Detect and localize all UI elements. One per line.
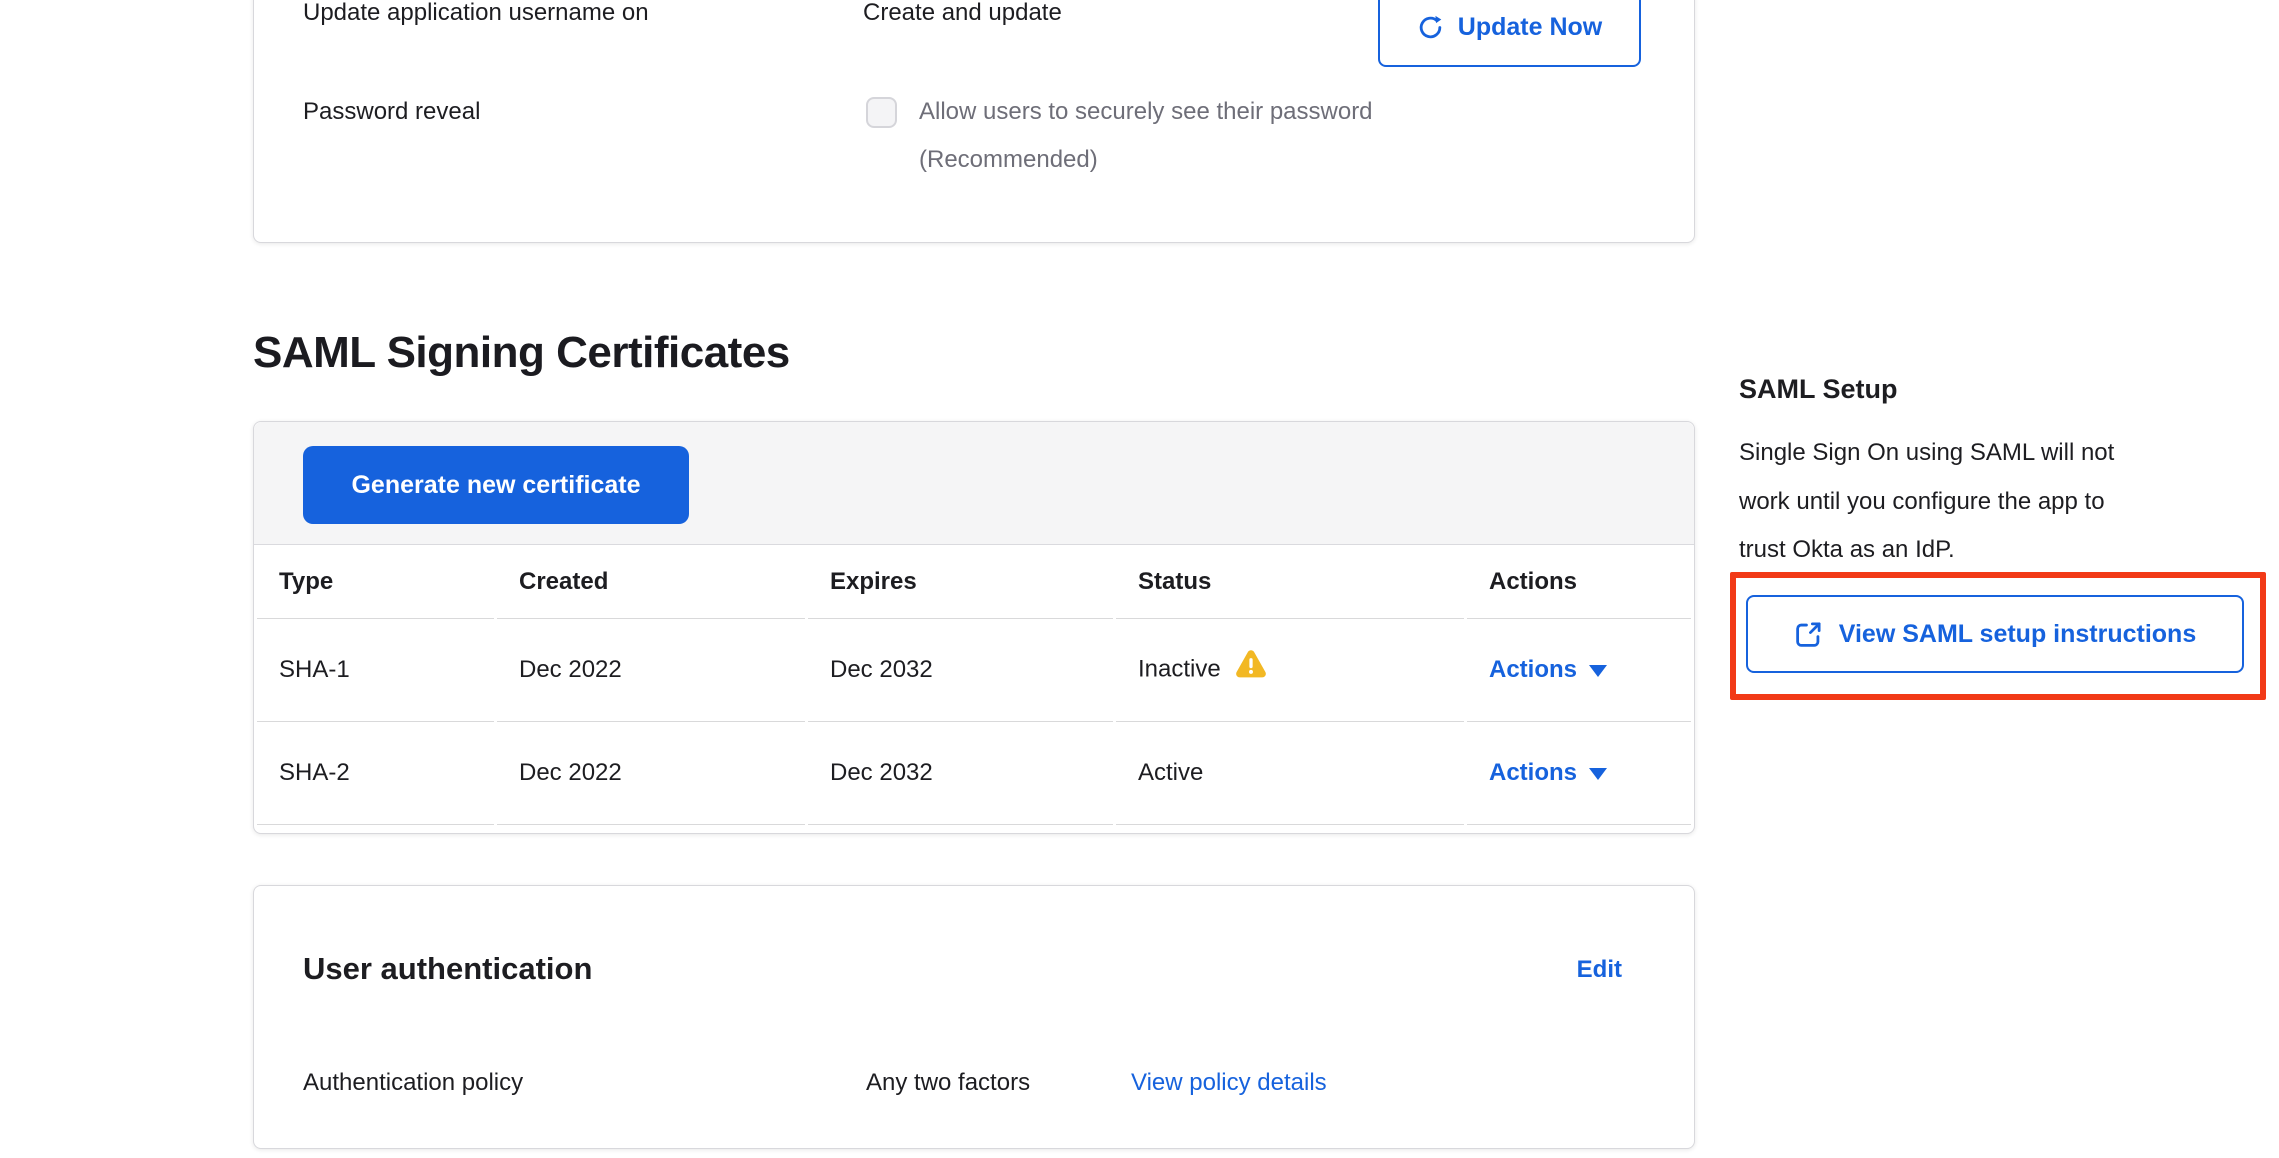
actions-label: Actions [1489,759,1577,786]
password-reveal-label: Password reveal [303,96,480,128]
view-policy-details-link[interactable]: View policy details [1131,1066,1327,1100]
generate-certificate-button[interactable]: Generate new certificate [303,446,689,524]
refresh-icon [1417,14,1444,41]
certificates-table: Type Created Expires Status Actions SHA-… [254,545,1694,825]
cert-type: SHA-2 [257,722,494,825]
cert-expires: Dec 2032 [808,619,1113,722]
edit-link[interactable]: Edit [1577,956,1622,984]
actions-dropdown[interactable]: Actions [1489,759,1607,786]
warning-icon [1235,650,1267,686]
col-header-actions: Actions [1467,545,1691,619]
sign-on-settings-card: Update application username on Create an… [253,0,1695,243]
status-text: Inactive [1138,655,1221,682]
certificates-card: Generate new certificate Type Created Ex… [253,421,1695,834]
user-authentication-card: User authentication Edit Authentication … [253,885,1695,1149]
external-link-icon [1794,620,1823,649]
update-now-button[interactable]: Update Now [1378,0,1641,67]
cert-type: SHA-1 [257,619,494,722]
cert-created: Dec 2022 [497,722,805,825]
col-header-expires: Expires [808,545,1113,619]
view-saml-instructions-button[interactable]: View SAML setup instructions [1746,595,2244,673]
cert-expires: Dec 2032 [808,722,1113,825]
authentication-policy-label: Authentication policy [303,1066,523,1100]
cert-actions: Actions [1467,722,1691,825]
username-update-value: Create and update [863,0,1062,29]
username-update-label: Update application username on [303,0,649,29]
certificates-toolbar: Generate new certificate [254,422,1694,545]
actions-dropdown[interactable]: Actions [1489,656,1607,683]
view-saml-instructions-label: View SAML setup instructions [1839,620,2196,649]
cert-status: Inactive [1116,619,1464,722]
table-header-row: Type Created Expires Status Actions [257,545,1691,619]
password-reveal-checkbox[interactable] [866,97,897,128]
table-row: SHA-2 Dec 2022 Dec 2032 Active Actions [257,722,1691,825]
saml-setup-title: SAML Setup [1739,372,1898,406]
saml-setup-description: Single Sign On using SAML will not work … [1739,429,2114,575]
authentication-policy-value: Any two factors [866,1066,1030,1100]
page: Update application username on Create an… [0,0,2279,1158]
cert-actions: Actions [1467,619,1691,722]
chevron-down-icon [1589,768,1607,780]
col-header-status: Status [1116,545,1464,619]
user-authentication-title: User authentication [303,948,592,990]
col-header-type: Type [257,545,494,619]
chevron-down-icon [1589,665,1607,677]
cert-created: Dec 2022 [497,619,805,722]
saml-signing-certificates-title: SAML Signing Certificates [253,328,790,378]
status-text: Active [1138,759,1203,786]
actions-label: Actions [1489,656,1577,683]
cert-status: Active [1116,722,1464,825]
update-now-label: Update Now [1458,13,1602,42]
table-row: SHA-1 Dec 2022 Dec 2032 Inactive [257,619,1691,722]
password-reveal-option-label: Allow users to securely see their passwo… [919,88,1373,184]
col-header-created: Created [497,545,805,619]
